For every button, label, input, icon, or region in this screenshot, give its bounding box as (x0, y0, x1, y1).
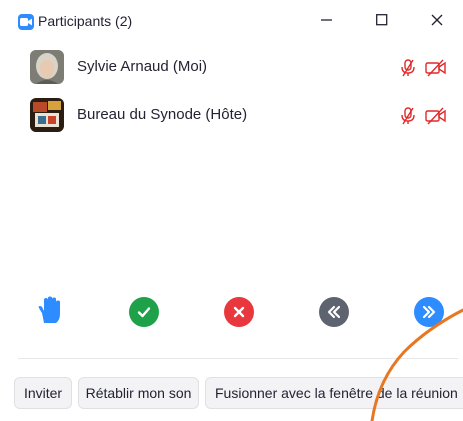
footer-divider (18, 358, 458, 359)
video-off-icon[interactable] (425, 106, 447, 126)
participant-name: Sylvie Arnaud (Moi) (77, 58, 208, 75)
close-icon (431, 13, 443, 31)
video-off-icon[interactable] (425, 58, 447, 78)
avatar (30, 50, 64, 84)
go-slower-button[interactable] (318, 296, 350, 328)
participant-row[interactable]: Sylvie Arnaud (Moi) (0, 44, 463, 92)
yes-check-icon (129, 297, 159, 327)
title-bar: Participants (2) (0, 0, 463, 44)
maximize-button[interactable] (365, 8, 399, 36)
unmute-me-button[interactable]: Rétablir mon son (78, 377, 199, 409)
window-title: Participants (2) (38, 13, 133, 29)
participant-row[interactable]: Bureau du Synode (Hôte) (0, 92, 463, 140)
go-slower-icon (319, 297, 349, 327)
minimize-icon (321, 13, 333, 31)
go-faster-icon (414, 297, 444, 327)
maximize-icon (376, 13, 388, 31)
close-button[interactable] (420, 8, 454, 36)
minimize-button[interactable] (310, 8, 344, 36)
no-x-icon (224, 297, 254, 327)
merge-with-meeting-window-button[interactable]: Fusionner avec la fenêtre de la réunion (205, 377, 463, 409)
avatar (30, 98, 64, 132)
no-button[interactable] (223, 296, 255, 328)
raise-hand-button[interactable] (34, 296, 66, 328)
mic-muted-icon[interactable] (398, 58, 418, 78)
participant-name: Bureau du Synode (Hôte) (77, 106, 248, 123)
go-faster-button[interactable] (413, 296, 445, 328)
yes-button[interactable] (128, 296, 160, 328)
zoom-app-icon (18, 14, 34, 30)
raise-hand-icon (37, 296, 63, 329)
invite-button[interactable]: Inviter (14, 377, 72, 409)
reaction-bar (0, 296, 463, 336)
mic-muted-icon[interactable] (398, 106, 418, 126)
